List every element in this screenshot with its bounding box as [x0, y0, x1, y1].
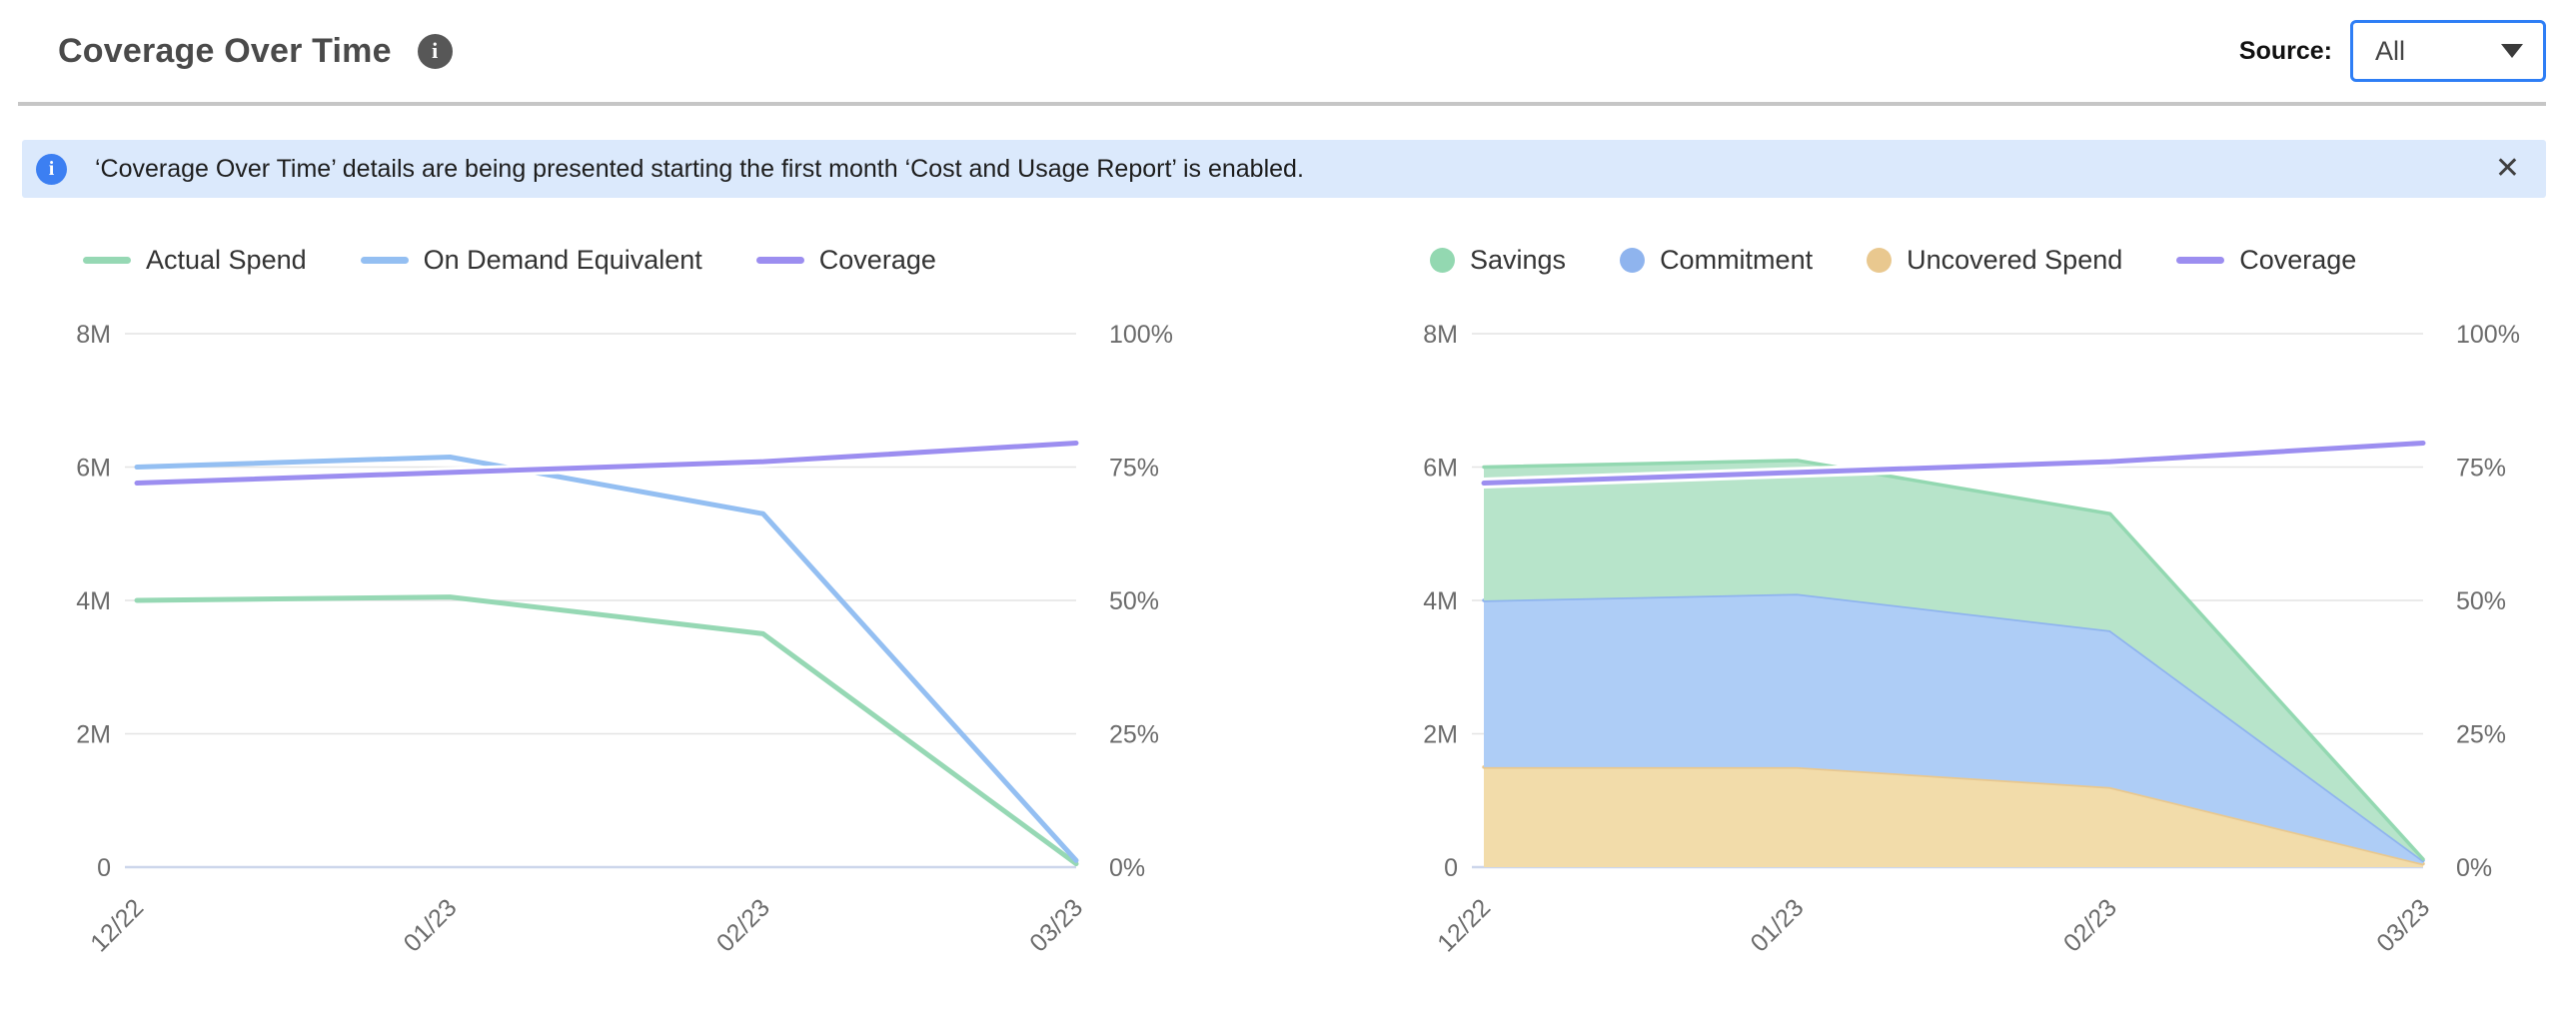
charts-row: Actual Spend On Demand Equivalent Coverage…: [0, 240, 2576, 993]
savings-stacked-area-chart: Savings Commitment Uncovered Spend Coverage…: [1372, 240, 2551, 993]
y-axis-left-tick-label: 0: [1444, 854, 1458, 882]
chevron-down-icon: [2501, 44, 2523, 58]
legend-item-uncovered-spend[interactable]: Uncovered Spend: [1867, 245, 2122, 276]
y-axis-right-tick-label: 0%: [1109, 854, 1145, 882]
legend-label: Uncovered Spend: [1907, 245, 2122, 276]
coverage-over-time-page: { "header": { "title": "Coverage Over Ti…: [0, 0, 2576, 1015]
x-axis-tick-label: 02/23: [2058, 893, 2122, 957]
legend-label: On Demand Equivalent: [424, 245, 702, 276]
close-icon[interactable]: ✕: [2495, 154, 2520, 184]
legend-item-actual-spend[interactable]: Actual Spend: [83, 245, 307, 276]
banner-text: ‘Coverage Over Time’ details are being p…: [95, 155, 1304, 184]
y-axis-right-tick-label: 100%: [2456, 321, 2520, 349]
info-glyph: i: [432, 40, 438, 62]
legend-item-on-demand-equivalent[interactable]: On Demand Equivalent: [361, 245, 702, 276]
source-control: Source: All: [2239, 20, 2546, 82]
y-axis-left-tick-label: 8M: [1423, 321, 1458, 349]
area-chart-canvas: 0 0% 2M 25% 4M 50% 6M 75% 8M 100% 12/22 01/23 02/23 0…: [1372, 294, 2551, 993]
header-divider: [18, 102, 2546, 106]
y-axis-right-tick-label: 50%: [2456, 587, 2506, 615]
y-axis-right-tick-label: 0%: [2456, 854, 2492, 882]
legend-item-coverage[interactable]: Coverage: [2176, 245, 2356, 276]
legend-label: Commitment: [1660, 245, 1813, 276]
y-axis-left-tick-label: 2M: [76, 721, 111, 749]
info-icon: i: [36, 154, 67, 185]
chart-legend: Savings Commitment Uncovered Spend Coverage: [1430, 240, 2551, 280]
chart-legend: Actual Spend On Demand Equivalent Coverage: [83, 240, 1204, 280]
source-label: Source:: [2239, 37, 2332, 66]
x-axis-tick-label: 12/22: [1432, 893, 1496, 957]
savings-legend-marker-icon: [1430, 248, 1455, 273]
panel-header: Coverage Over Time i Source: All: [0, 0, 2576, 102]
y-axis-right-tick-label: 50%: [1109, 587, 1159, 615]
coverage-legend-marker-icon: [756, 257, 804, 264]
legend-item-coverage[interactable]: Coverage: [756, 245, 936, 276]
uncovered-spend-legend-marker-icon: [1867, 248, 1892, 273]
page-title: Coverage Over Time: [58, 32, 392, 71]
legend-item-commitment[interactable]: Commitment: [1620, 245, 1813, 276]
line-chart-canvas: 0 0% 2M 25% 4M 50% 6M 75% 8M 100% 12/22 01/23 02/23 0…: [25, 294, 1204, 993]
x-axis-tick-label: 12/22: [85, 893, 149, 957]
on-demand-equivalent-line: [137, 457, 1076, 860]
legend-label: Coverage: [819, 245, 936, 276]
info-icon[interactable]: i: [418, 34, 453, 69]
source-dropdown-value: All: [2353, 36, 2405, 67]
x-axis-tick-label: 01/23: [399, 893, 463, 957]
legend-label: Savings: [1470, 245, 1566, 276]
info-banner: i ‘Coverage Over Time’ details are being…: [22, 140, 2546, 198]
x-axis-tick-label: 03/23: [2371, 893, 2435, 957]
on-demand-equivalent-legend-marker-icon: [361, 257, 409, 264]
y-axis-left-tick-label: 2M: [1423, 721, 1458, 749]
coverage-legend-marker-icon: [2176, 257, 2224, 264]
spend-coverage-line-chart: Actual Spend On Demand Equivalent Coverage…: [25, 240, 1204, 993]
legend-label: Actual Spend: [146, 245, 307, 276]
info-glyph: i: [49, 159, 55, 179]
y-axis-right-tick-label: 25%: [2456, 721, 2506, 749]
y-axis-left-tick-label: 4M: [1423, 587, 1458, 615]
y-axis-left-tick-label: 4M: [76, 587, 111, 615]
y-axis-left-tick-label: 8M: [76, 321, 111, 349]
y-axis-left-tick-label: 0: [97, 854, 111, 882]
actual-spend-line: [137, 597, 1076, 864]
legend-item-savings[interactable]: Savings: [1430, 245, 1566, 276]
legend-label: Coverage: [2239, 245, 2356, 276]
x-axis-tick-label: 01/23: [1746, 893, 1810, 957]
y-axis-right-tick-label: 75%: [2456, 455, 2506, 483]
y-axis-right-tick-label: 100%: [1109, 321, 1173, 349]
y-axis-left-tick-label: 6M: [76, 455, 111, 483]
y-axis-right-tick-label: 75%: [1109, 455, 1159, 483]
source-dropdown[interactable]: All: [2350, 20, 2546, 82]
commitment-legend-marker-icon: [1620, 248, 1645, 273]
y-axis-right-tick-label: 25%: [1109, 721, 1159, 749]
y-axis-left-tick-label: 6M: [1423, 455, 1458, 483]
x-axis-tick-label: 03/23: [1024, 893, 1088, 957]
x-axis-tick-label: 02/23: [711, 893, 775, 957]
actual-spend-legend-marker-icon: [83, 257, 131, 264]
